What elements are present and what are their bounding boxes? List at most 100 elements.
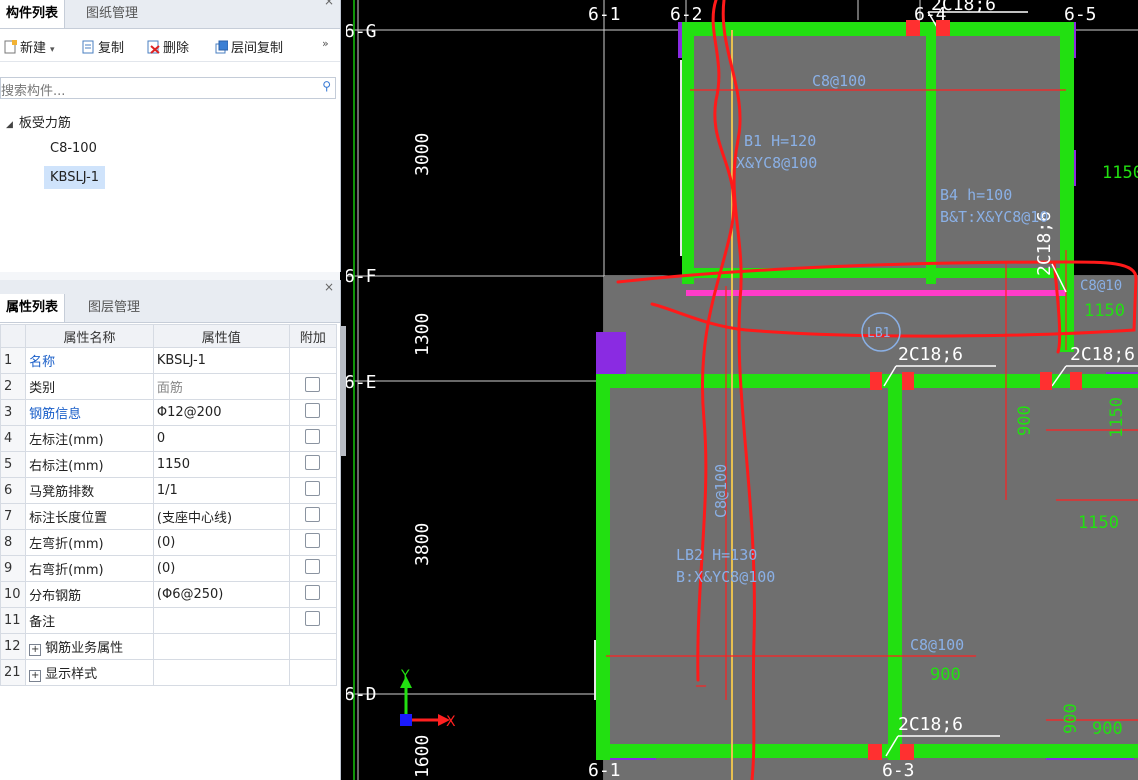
row-number: 2 [0,373,27,400]
property-group-business[interactable]: + 钢筋业务属性 [25,633,154,660]
floor-copy-button[interactable]: 层间复制 [215,37,283,56]
label-lb1: LB1 [867,326,890,341]
highlight-beam [686,290,1066,296]
property-name: 钢筋业务属性 [45,641,124,656]
row-number: 9 [0,555,27,582]
collapse-arrow-icon[interactable]: ◢ [6,120,13,130]
label-1150-c: 1150 [1078,513,1119,533]
tab-component-list[interactable]: 构件列表 [0,0,66,28]
table-row[interactable]: 10 分布钢筋 (Φ6@250) [0,581,338,608]
delete-button[interactable]: 删除 [147,37,189,56]
label-b4-h: B4 h=100 [940,186,1012,204]
tab-property-list[interactable]: 属性列表 [0,294,66,322]
axis-label-6-1-bottom: 6-1 [588,760,621,780]
label-lb2-rebar: B:X&YC8@100 [676,568,775,586]
property-value [152,633,290,660]
table-row[interactable]: 3 钢筋信息 Φ12@200 [0,399,338,426]
row-number-header [0,324,27,348]
axis-label-6g: 6-G [346,21,377,42]
component-list-panel: 构件列表 图纸管理 × 新建▾ 复制 删除 层间复制 » 搜索构件... ⚲ [0,0,341,272]
expand-icon[interactable]: + [29,670,42,682]
label-c8-100-top: C8@100 [812,72,866,90]
property-value[interactable]: (支座中心线) [152,503,290,530]
table-row[interactable]: 9 右弯折(mm) (0) [0,555,338,582]
tree-item-c8-100[interactable]: C8-100 [50,141,97,156]
expand-icon[interactable]: + [29,644,42,656]
extra-checkbox[interactable] [305,429,321,444]
row-number: 11 [0,607,27,634]
table-row[interactable]: 5 右标注(mm) 1150 [0,451,338,478]
new-button[interactable]: 新建 ▾ [4,37,55,56]
property-value[interactable]: 0 [152,425,290,452]
axis-label-6f: 6-F [346,266,377,287]
row-number: 8 [0,529,27,556]
table-row[interactable]: 1 名称 KBSLJ-1 [0,347,338,374]
cad-drawing[interactable]: 6-G 6-F 6-E 6-D 6-1 6-2 6-4 6-5 6-1 6-3 … [346,0,1138,780]
property-value[interactable]: KBSLJ-1 [152,347,290,374]
property-value[interactable]: 面筋 [152,373,290,400]
more-icon[interactable]: » [322,37,329,50]
row-number: 10 [0,581,27,608]
label-2c18-bottom: 2C18;6 [898,714,963,735]
axis-label-6-3: 6-3 [882,760,915,780]
row-number: 12 [0,633,27,660]
close-icon[interactable]: × [324,0,334,8]
extra-checkbox[interactable] [305,585,321,600]
extra-checkbox[interactable] [305,611,321,626]
extra-cell [288,529,338,556]
tree-item-kbslj-1[interactable]: KBSLJ-1 [44,166,106,189]
label-900-a: 900 [1015,405,1035,436]
property-value[interactable]: (Φ6@250) [152,581,290,608]
table-row[interactable]: 4 左标注(mm) 0 [0,425,338,452]
row-number: 5 [0,451,27,478]
extra-checkbox[interactable] [305,507,321,522]
label-c8-10: C8@10 [1080,278,1122,294]
component-tabbar: 构件列表 图纸管理 × [0,0,340,29]
extra-checkbox[interactable] [305,403,321,418]
table-row[interactable]: 21 + 显示样式 [0,659,338,686]
floor-copy-icon [215,40,229,54]
search-input[interactable]: 搜索构件... ⚲ [0,77,336,99]
search-icon[interactable]: ⚲ [322,79,331,93]
extra-cell [288,425,338,452]
cad-canvas[interactable]: 6-G 6-F 6-E 6-D 6-1 6-2 6-4 6-5 6-1 6-3 … [346,0,1138,780]
property-group-display[interactable]: + 显示样式 [25,659,154,686]
new-label: 新建 [20,41,47,56]
table-row[interactable]: 6 马凳筋排数 1/1 [0,477,338,504]
property-value[interactable]: Φ12@200 [152,399,290,426]
close-icon[interactable]: × [324,280,334,294]
property-name: 左标注(mm) [25,425,154,452]
row-number: 3 [0,399,27,426]
label-900-d: 900 [1092,719,1123,739]
extra-cell [288,451,338,478]
component-toolbar: 新建 ▾ 复制 删除 层间复制 » [0,29,340,62]
dim-1300: 1300 [412,313,433,356]
copy-button[interactable]: 复制 [82,37,124,56]
delete-icon [147,40,160,54]
extra-checkbox[interactable] [305,455,321,470]
search-placeholder: 搜索构件... [1,84,66,99]
axis-label-6-5: 6-5 [1064,4,1097,25]
property-value[interactable]: 1150 [152,451,290,478]
property-name: 马凳筋排数 [25,477,154,504]
axis-label-6e: 6-E [346,372,377,393]
table-row[interactable]: 12 + 钢筋业务属性 [0,633,338,660]
extra-checkbox[interactable] [305,533,321,548]
property-value[interactable]: (0) [152,529,290,556]
property-value[interactable]: 1/1 [152,477,290,504]
table-row[interactable]: 7 标注长度位置 (支座中心线) [0,503,338,530]
extra-checkbox[interactable] [305,481,321,496]
copy-icon [82,40,95,54]
table-row[interactable]: 11 备注 [0,607,338,634]
tab-drawing-management[interactable]: 图纸管理 [80,0,144,28]
tab-layer-management[interactable]: 图层管理 [82,294,146,322]
row-number: 6 [0,477,27,504]
table-row[interactable]: 2 类别 面筋 [0,373,338,400]
property-value[interactable]: (0) [152,555,290,582]
extra-cell [288,347,338,374]
tree-group-slab-rebar[interactable]: ◢ 板受力筋 [6,112,71,131]
extra-checkbox[interactable] [305,377,321,392]
property-value[interactable] [152,607,290,634]
table-row[interactable]: 8 左弯折(mm) (0) [0,529,338,556]
extra-checkbox[interactable] [305,559,321,574]
